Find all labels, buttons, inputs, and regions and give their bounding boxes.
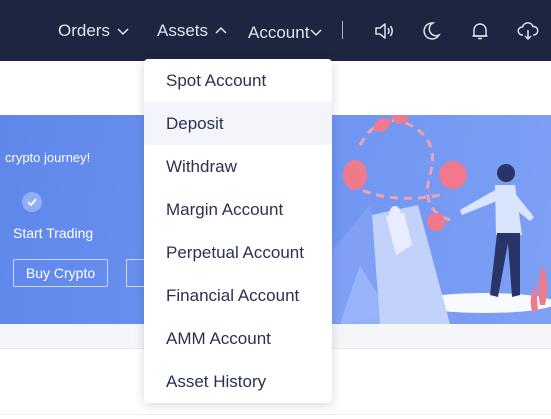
nav-assets[interactable]: Assets	[157, 19, 228, 43]
chevron-up-icon	[215, 26, 227, 34]
menu-item-spot-account[interactable]: Spot Account	[144, 59, 332, 102]
nav-account[interactable]: Account	[248, 21, 323, 45]
step-label: Start Trading	[13, 225, 94, 241]
nav-account-label: Account	[248, 23, 310, 42]
nav-divider	[342, 21, 343, 39]
download-icon[interactable]	[516, 19, 540, 43]
section-divider	[0, 414, 551, 415]
menu-item-margin-account[interactable]: Margin Account	[144, 188, 332, 231]
menu-item-amm-account[interactable]: AMM Account	[144, 317, 332, 360]
banner-illustration	[320, 115, 551, 324]
nav-orders-label: Orders	[58, 21, 110, 40]
speaker-icon[interactable]	[372, 19, 396, 43]
banner-headline: crypto journey!	[5, 150, 91, 165]
menu-item-financial-account[interactable]: Financial Account	[144, 274, 332, 317]
check-icon	[22, 192, 42, 212]
menu-item-perpetual-account[interactable]: Perpetual Account	[144, 231, 332, 274]
bell-icon[interactable]	[468, 19, 492, 43]
moon-icon[interactable]	[419, 19, 443, 43]
assets-dropdown-menu: Spot Account Deposit Withdraw Margin Acc…	[144, 59, 332, 403]
menu-item-withdraw[interactable]: Withdraw	[144, 145, 332, 188]
chevron-down-icon	[310, 29, 322, 37]
buy-crypto-button[interactable]: Buy Crypto	[13, 259, 108, 287]
chevron-down-icon	[117, 28, 129, 36]
top-nav: Orders Assets Account	[0, 0, 551, 61]
menu-item-asset-history[interactable]: Asset History	[144, 360, 332, 403]
nav-orders[interactable]: Orders	[58, 19, 130, 43]
nav-assets-label: Assets	[157, 21, 209, 40]
menu-item-deposit[interactable]: Deposit	[144, 102, 332, 145]
